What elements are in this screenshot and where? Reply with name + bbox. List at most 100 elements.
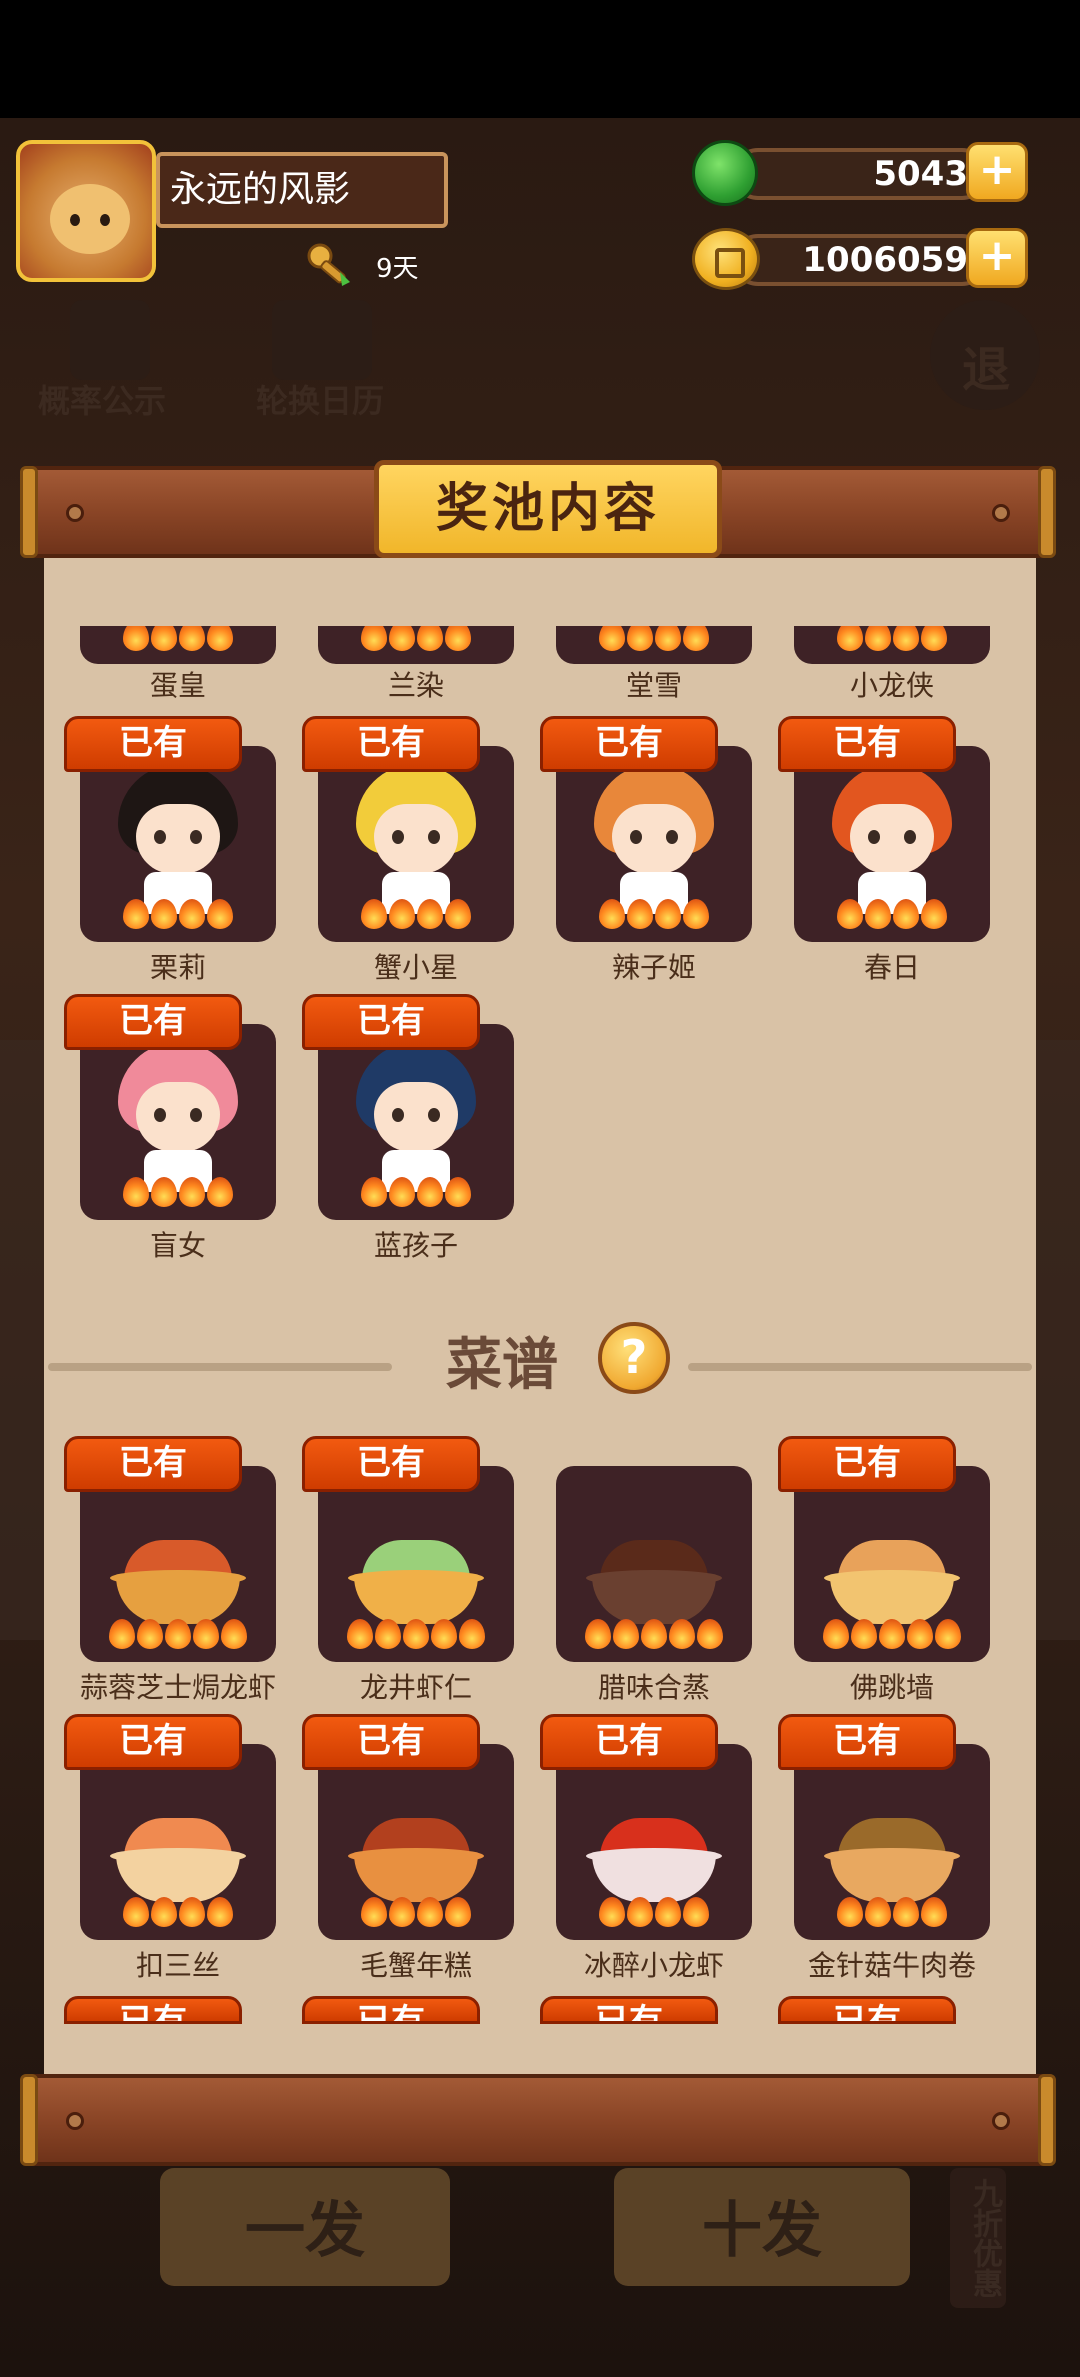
dish-illustration [584, 1520, 724, 1630]
flame-star-icon [599, 626, 625, 651]
flame-star-icon [165, 1619, 191, 1649]
chef-eye [154, 830, 166, 844]
flame-star-icon [655, 626, 681, 651]
flame-star-icon [865, 899, 891, 929]
flame-star-icon [179, 626, 205, 651]
gem-counter: 5043 + [692, 140, 1028, 206]
chef-card[interactable] [80, 1024, 276, 1220]
flame-star-icon [921, 1897, 947, 1927]
chef-card[interactable] [80, 746, 276, 942]
recipe-card[interactable] [318, 1744, 514, 1940]
chef-card[interactable] [556, 626, 752, 664]
owned-badge: 已有 [778, 1436, 956, 1492]
owned-badge: 已有 [302, 1436, 480, 1492]
flame-star-icon [347, 1619, 373, 1649]
flame-star-icon [361, 1177, 387, 1207]
flame-star-icon [151, 1897, 177, 1927]
owned-badge: 已有 [302, 1714, 480, 1770]
flame-star-icon [123, 1897, 149, 1927]
chef-portrait [108, 1042, 248, 1192]
flame-star-icon [207, 899, 233, 929]
flame-star-icon [151, 626, 177, 651]
star-rating [556, 626, 752, 658]
help-button[interactable]: ? [598, 1322, 670, 1394]
coin-value: 1006059 [802, 240, 968, 280]
star-rating [794, 1619, 990, 1656]
recipe-card[interactable] [794, 1744, 990, 1940]
owned-badge: 已有 [64, 716, 242, 772]
recipe-card[interactable] [556, 1744, 752, 1940]
flame-star-icon [837, 1897, 863, 1927]
chef-card[interactable] [794, 746, 990, 942]
chef-card[interactable] [794, 626, 990, 664]
chef-eye [666, 830, 678, 844]
roller-nail [992, 2112, 1010, 2130]
flame-star-icon [599, 1897, 625, 1927]
jade-gem-icon [692, 140, 758, 206]
draw-ten-button[interactable]: 十发 [614, 2168, 910, 2286]
dish-rim [824, 1848, 960, 1864]
chef-eye [428, 830, 440, 844]
player-avatar[interactable] [16, 140, 156, 282]
chef-portrait [346, 1042, 486, 1192]
dish-illustration [346, 1520, 486, 1630]
flame-star-icon [697, 1619, 723, 1649]
flame-star-icon [921, 899, 947, 929]
recipe-card[interactable] [80, 1744, 276, 1940]
panel-title-plate: 奖池内容 [374, 460, 722, 558]
chef-eye [392, 1108, 404, 1122]
flame-star-icon [123, 626, 149, 651]
flame-star-icon [445, 899, 471, 929]
star-rating [80, 899, 276, 936]
flame-star-icon [823, 1619, 849, 1649]
chef-card[interactable] [556, 746, 752, 942]
chef-eye [392, 830, 404, 844]
chef-name: 栗莉 [149, 951, 206, 984]
owned-badge: 已有 [64, 994, 242, 1050]
roller-cap [20, 2074, 38, 2166]
chef-card[interactable] [318, 1024, 514, 1220]
flame-star-icon [837, 626, 863, 651]
scroll-bottom-roller [20, 2074, 1056, 2166]
star-rating [318, 1177, 514, 1214]
flame-star-icon [865, 1897, 891, 1927]
add-coins-button[interactable]: + [966, 228, 1028, 288]
chef-eye [428, 1108, 440, 1122]
star-rating [794, 1897, 990, 1934]
roller-nail [992, 504, 1010, 522]
recipe-card[interactable] [318, 1466, 514, 1662]
chef-face [136, 804, 220, 874]
player-name: 永远的风影 [156, 152, 448, 228]
draw-once-button[interactable]: 一发 [160, 2168, 450, 2286]
chef-card[interactable] [80, 626, 276, 664]
chef-card[interactable] [318, 626, 514, 664]
chef-card[interactable] [318, 746, 514, 942]
star-rating [318, 626, 514, 658]
avatar-eye [70, 214, 80, 226]
flame-star-icon [445, 1897, 471, 1927]
recipe-card[interactable] [794, 1466, 990, 1662]
flame-star-icon [361, 1897, 387, 1927]
calendar-link[interactable]: 轮换日历 [256, 376, 384, 422]
recipe-card[interactable] [556, 1466, 752, 1662]
recipe-card[interactable] [80, 1466, 276, 1662]
probability-link[interactable]: 概率公示 [38, 376, 166, 422]
flame-star-icon [417, 626, 443, 651]
dish-rim [586, 1848, 722, 1864]
star-rating [80, 1619, 276, 1656]
owned-badge: 已有 [302, 1996, 480, 2024]
flame-star-icon [445, 1177, 471, 1207]
flame-star-icon [179, 1177, 205, 1207]
chef-name: 小龙侠 [849, 669, 934, 702]
chef-name: 盲女 [149, 1229, 206, 1262]
flame-star-icon [151, 899, 177, 929]
add-gems-button[interactable]: + [966, 142, 1028, 202]
star-rating [794, 899, 990, 936]
flame-star-icon [921, 626, 947, 651]
flame-star-icon [893, 899, 919, 929]
chef-portrait [584, 764, 724, 914]
chef-eye [868, 830, 880, 844]
flame-star-icon [179, 1897, 205, 1927]
section-divider [48, 1363, 392, 1371]
chef-name: 春日 [863, 951, 920, 984]
